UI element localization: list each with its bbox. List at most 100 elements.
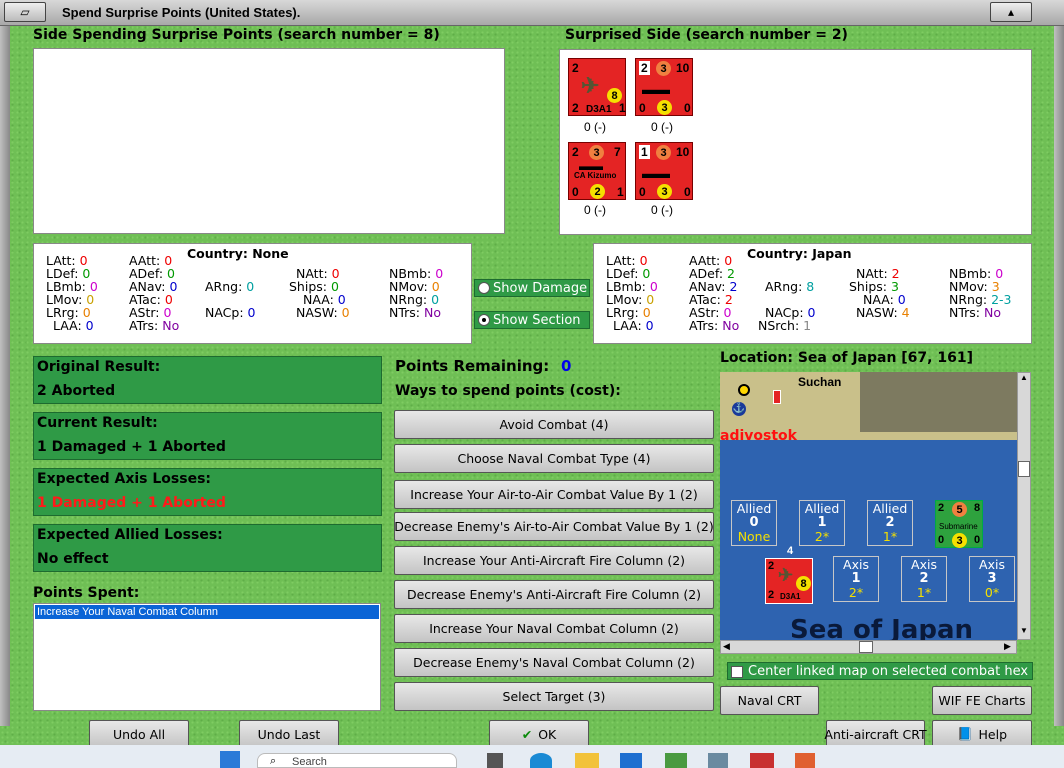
counter-value: 10 [676,145,690,159]
counter-value: 2 [768,560,775,572]
counter-type: D3A1 [586,104,612,115]
scroll-down-icon[interactable]: ▼ [1018,626,1030,639]
counter-value: 2 [639,61,650,75]
box-heading: Allied [804,501,840,516]
counter-value: 2 [768,589,775,601]
ok-button[interactable]: ✔ OK [489,720,589,748]
start-icon[interactable] [220,751,240,768]
choose-naval-combat-type-button[interactable]: Choose Naval Combat Type (4) [394,444,714,473]
allied-box-1[interactable]: Allied 1 2* [799,500,845,546]
stat-laa: LAA: 0 [613,318,654,333]
increase-air-to-air-button[interactable]: Increase Your Air-to-Air Combat Value By… [394,480,714,509]
counter-label: 0 (-) [584,120,606,134]
store-icon[interactable] [620,753,642,768]
decrease-enemy-naval-combat-button[interactable]: Decrease Enemy's Naval Combat Column (2) [394,648,714,677]
left-frame [0,26,10,726]
stat-ntrs: NTrs: No [389,305,441,320]
land-area [860,372,1017,432]
map-vertical-scrollbar[interactable]: ▲ ▼ [1017,372,1031,640]
show-section-radio[interactable] [478,314,490,326]
decrease-enemy-anti-aircraft-button[interactable]: Decrease Enemy's Anti-Aircraft Fire Colu… [394,580,714,609]
scroll-left-icon[interactable]: ◀ [723,641,730,652]
browser-icon[interactable] [530,753,552,768]
increase-naval-combat-button[interactable]: Increase Your Naval Combat Column (2) [394,614,714,643]
submarine-counter[interactable]: 2 5 8 Submarine 0 3 0 [935,500,983,548]
counter-value: 0 [572,185,579,199]
show-damage-label: Show Damage [493,281,588,296]
show-damage-radio[interactable] [478,282,490,294]
axis-box-2[interactable]: Axis 2 1* [901,556,947,602]
increase-anti-aircraft-button[interactable]: Increase Your Anti-Aircraft Fire Column … [394,546,714,575]
folder-icon[interactable] [575,753,599,768]
stat-atrs: ATrs: No [129,318,180,333]
counter-value: 0 [938,534,945,546]
counter-value: 0 [974,534,981,546]
unit-counter-d3a1[interactable]: 2 ✈ 8 2 D3A1 1 [568,58,626,116]
box-heading: Allied [736,501,772,516]
allied-box-0[interactable]: Allied 0 None [731,500,777,546]
app-icon[interactable] [795,753,815,768]
unit-marker-icon [773,390,781,404]
right-stats-panel: Country: Japan LAtt: 0 LDef: 0 LBmb: 0 LMov… [593,243,1032,344]
right-frame [1054,26,1064,726]
stat-ntrs: NTrs: No [949,305,1001,320]
naval-crt-button[interactable]: Naval CRT [720,686,819,715]
undo-last-button[interactable]: Undo Last [239,720,339,748]
scroll-thumb[interactable] [859,641,873,653]
calculator-icon[interactable] [708,753,728,768]
points-spent-item[interactable]: Increase Your Naval Combat Column [35,605,379,619]
maximize-button[interactable]: ▴ [990,2,1032,22]
taskbar-search[interactable]: ⌕ Search [257,753,457,768]
show-section-option[interactable]: Show Section [474,311,590,329]
surprised-units-area[interactable]: 2 ✈ 8 2 D3A1 1 0 (-) 2 3 10 ▬▬ 0 3 0 0 (… [559,49,1032,235]
help-button[interactable]: 📘 Help [932,720,1032,748]
left-stats-panel: Country: None LAtt: 0 LDef: 0 LBmb: 0 LMov:… [33,243,472,344]
points-spent-label: Points Spent: [33,585,140,601]
app-icon[interactable] [665,753,687,768]
d3a1-counter[interactable]: 2 ✈ 8 2 D3A1 [765,558,813,604]
spending-units-area[interactable] [33,48,505,234]
unit-counter-ca-kizumo[interactable]: 2 3 7 ▬▬ CA Kizumo 0 2 1 [568,142,626,200]
scroll-thumb[interactable] [1018,461,1030,477]
task-view-icon[interactable] [487,753,503,768]
center-linked-checkbox[interactable] [731,666,743,678]
current-result-box: Current Result: 1 Damaged + 1 Aborted [33,412,382,460]
anti-aircraft-crt-button[interactable]: Anti-aircraft CRT [824,720,927,748]
unit-counter-ship[interactable]: 1 3 10 ▬▬ 0 3 0 [635,142,693,200]
allied-box-2[interactable]: Allied 2 1* [867,500,913,546]
counter-value: 3 [657,184,672,199]
select-target-button[interactable]: Select Target (3) [394,682,714,711]
decrease-enemy-air-to-air-button[interactable]: Decrease Enemy's Air-to-Air Combat Value… [394,512,714,541]
map-view[interactable]: Suchan adivostok ⚓ Allied 0 None Allied 1 2*… [720,372,1017,640]
show-damage-option[interactable]: Show Damage [474,279,590,297]
axis-box-3[interactable]: Axis 3 0* [969,556,1015,602]
avoid-combat-button[interactable]: Avoid Combat (4) [394,410,714,439]
country-label: Country: None [187,246,289,261]
points-remaining-label: Points Remaining: [395,357,550,375]
wif-fe-charts-button[interactable]: WIF FE Charts [932,686,1032,715]
center-linked-option[interactable]: Center linked map on selected combat hex [727,662,1033,680]
counter-value: 8 [974,502,981,514]
stat-laa: LAA: 0 [53,318,94,333]
game-icon[interactable] [750,753,774,768]
counter-value: 0 [639,185,646,199]
scroll-up-icon[interactable]: ▲ [1018,373,1030,386]
undo-all-button[interactable]: Undo All [89,720,189,748]
map-horizontal-scrollbar[interactable]: ◀ ▶ [720,640,1017,654]
points-spent-list[interactable]: Increase Your Naval Combat Column [33,603,381,711]
counter-type: CA Kizumo [574,171,617,180]
axis-box-1[interactable]: Axis 1 2* [833,556,879,602]
counter-label: 0 (-) [651,203,673,217]
counter-value: 3 [656,61,671,76]
box-value: 1* [882,529,898,544]
system-menu-button[interactable]: ▱ [4,2,46,22]
unit-counter-ship[interactable]: 2 3 10 ▬▬ 0 3 0 [635,58,693,116]
scroll-right-icon[interactable]: ▶ [1004,641,1011,652]
counter-value: 7 [614,145,621,159]
counter-value: 2 [938,502,945,514]
ship-icon: ▬▬ [642,165,670,181]
counter-value: 8 [796,576,811,591]
box-number: 0 [749,515,759,530]
counter-value: 2 [572,101,579,115]
box-number: 3 [987,571,997,586]
